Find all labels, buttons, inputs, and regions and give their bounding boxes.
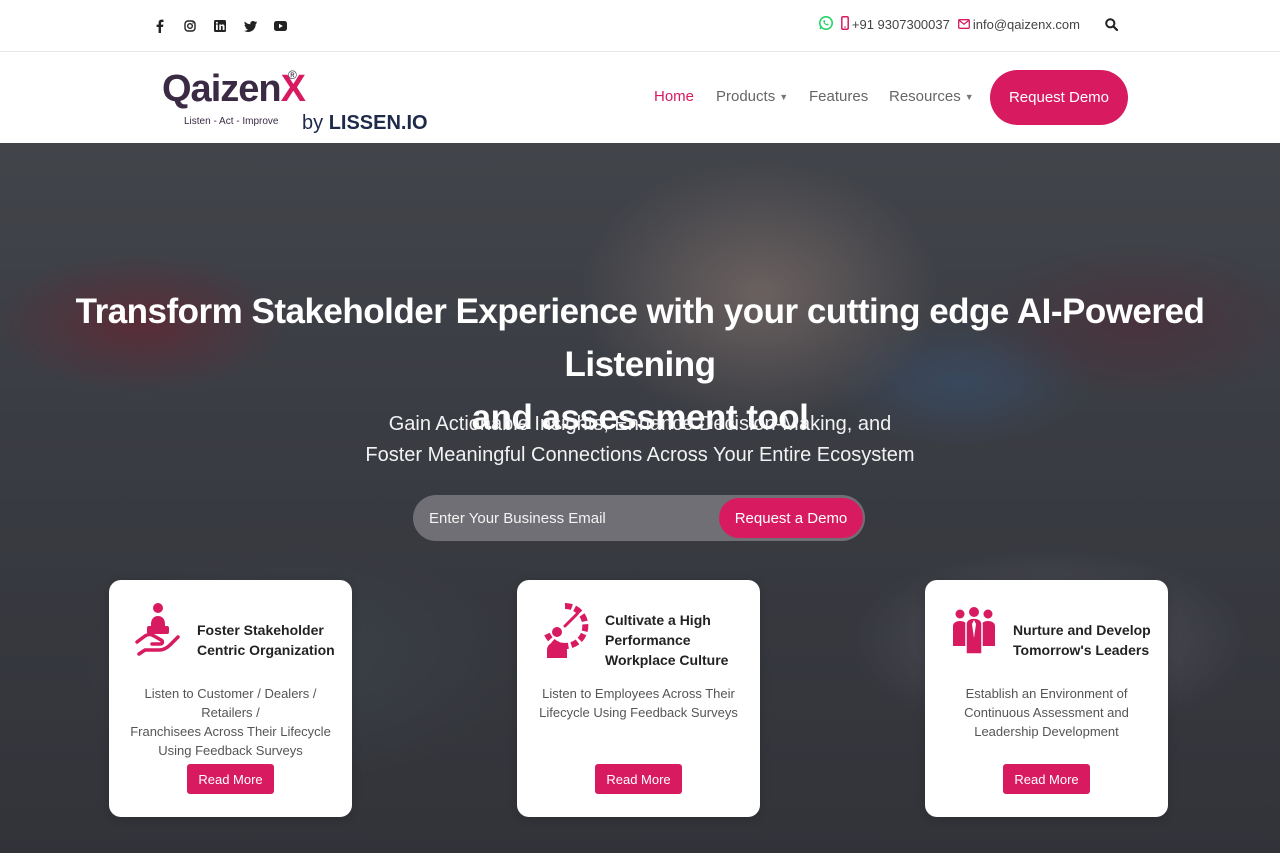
request-demo-button[interactable]: Request Demo bbox=[990, 70, 1128, 125]
leaders-group-icon bbox=[951, 602, 997, 662]
social-links bbox=[145, 17, 295, 35]
card-title: Nurture and Develop Tomorrow's Leaders bbox=[1013, 622, 1151, 658]
card-stakeholder: Foster Stakeholder Centric Organization L… bbox=[109, 580, 352, 817]
logo-tagline: Listen - Act - Improve bbox=[184, 116, 279, 127]
card-description: Establish an Environment of Continuous As… bbox=[964, 686, 1129, 739]
contact-info: +91 9307300037 info@qaizenx.com bbox=[818, 15, 1120, 33]
read-more-button[interactable]: Read More bbox=[187, 764, 274, 794]
nav-features[interactable]: Features bbox=[809, 88, 889, 105]
envelope-icon bbox=[957, 17, 970, 32]
mobile-icon bbox=[840, 15, 849, 33]
nav-home[interactable]: Home bbox=[654, 88, 716, 105]
card-description: Listen to Customer / Dealers / Retailers… bbox=[130, 686, 331, 758]
youtube-icon[interactable] bbox=[265, 17, 295, 35]
top-bar: +91 9307300037 info@qaizenx.com bbox=[0, 0, 1280, 52]
twitter-icon[interactable] bbox=[235, 17, 265, 35]
logo-wordmark: QaizenX bbox=[162, 68, 306, 110]
facebook-icon[interactable] bbox=[145, 17, 175, 35]
main-nav: Home Products ▼ Features Resources ▼ bbox=[654, 88, 974, 105]
search-icon[interactable] bbox=[1102, 15, 1120, 33]
whatsapp-icon[interactable] bbox=[818, 15, 833, 33]
phone-number: +91 9307300037 bbox=[851, 16, 950, 32]
performance-gauge-icon bbox=[543, 602, 589, 662]
qaizenx-logo[interactable]: QaizenX ® Listen - Act - Improve by LISS… bbox=[160, 64, 430, 134]
email-contact[interactable]: info@qaizenx.com bbox=[957, 16, 1080, 32]
nav-products[interactable]: Products ▼ bbox=[716, 88, 809, 105]
nav-resources[interactable]: Resources ▼ bbox=[889, 88, 974, 105]
read-more-button[interactable]: Read More bbox=[1003, 764, 1090, 794]
card-description: Listen to Employees Across Their Lifecycl… bbox=[539, 686, 738, 720]
email-address: info@qaizenx.com bbox=[972, 16, 1080, 32]
hero-section: Transform Stakeholder Experience with yo… bbox=[0, 143, 1280, 853]
logo-registered-mark: ® bbox=[288, 68, 297, 82]
chevron-down-icon: ▼ bbox=[964, 91, 974, 102]
chevron-down-icon: ▼ bbox=[779, 91, 789, 102]
phone-contact[interactable]: +91 9307300037 bbox=[840, 15, 950, 33]
hero-subtitle: Gain Actionable Insights, Enhance Decisi… bbox=[365, 413, 915, 466]
business-email-input[interactable] bbox=[429, 495, 719, 541]
main-header: QaizenX ® Listen - Act - Improve by LISS… bbox=[0, 52, 1280, 143]
card-leaders: Nurture and Develop Tomorrow's Leaders Es… bbox=[925, 580, 1168, 817]
demo-email-form: Request a Demo bbox=[413, 495, 865, 541]
instagram-icon[interactable] bbox=[175, 17, 205, 35]
card-title: Cultivate a High Performance Workplace Cul… bbox=[605, 612, 729, 668]
logo-by-lissen: by LISSEN.IO bbox=[302, 112, 428, 134]
card-title: Foster Stakeholder Centric Organization bbox=[197, 622, 335, 658]
customer-care-icon bbox=[135, 602, 181, 662]
card-workplace-culture: Cultivate a High Performance Workplace Cul… bbox=[517, 580, 760, 817]
read-more-button[interactable]: Read More bbox=[595, 764, 682, 794]
linkedin-icon[interactable] bbox=[205, 17, 235, 35]
request-a-demo-button[interactable]: Request a Demo bbox=[719, 498, 863, 538]
